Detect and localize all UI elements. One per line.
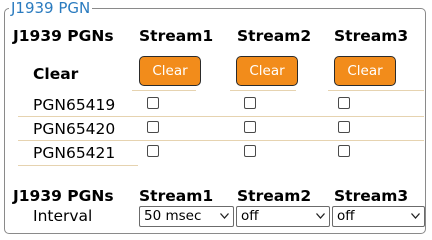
header-stream3: Stream3 [334,187,409,205]
row-divider [18,140,424,141]
pgn-label-65419: PGN65419 [33,96,116,114]
checkbox-65420-stream3[interactable] [338,121,350,133]
clear-stream1-button[interactable]: Clear [139,56,201,86]
header-stream2: Stream2 [237,27,312,45]
header-stream2: Stream2 [237,187,312,205]
checkbox-65419-stream1[interactable] [147,97,159,109]
pgn-label-65420: PGN65420 [33,120,116,138]
header-pgns: J1939 PGNs [13,27,114,45]
fieldset-legend: J1939 PGN [9,0,93,17]
chevron-down-icon [411,213,420,219]
clear-buttons-row: Clear Clear Clear [0,56,432,86]
divider [230,90,296,91]
interval-stream3-select[interactable]: off [332,206,425,227]
checkbox-65421-stream3[interactable] [338,145,350,157]
row-divider [18,165,138,166]
interval-stream2-select[interactable]: off [236,206,330,227]
chevron-down-icon [220,213,229,219]
pgn-label-65421: PGN65421 [33,144,116,162]
interval-stream2-value: off [241,208,259,224]
checkbox-65420-stream2[interactable] [244,121,256,133]
interval-stream1-value: 50 msec [144,208,202,224]
clear-stream3-button[interactable]: Clear [334,56,396,86]
divider [132,90,196,91]
interval-stream3-value: off [337,208,355,224]
header-stream1: Stream1 [139,27,214,45]
checkbox-65421-stream2[interactable] [244,145,256,157]
divider [328,90,424,91]
interval-label: Interval [33,207,93,225]
interval-stream1-select[interactable]: 50 msec [139,206,234,227]
row-divider [18,116,424,117]
header-pgns: J1939 PGNs [13,187,114,205]
chevron-down-icon [316,213,325,219]
header-stream3: Stream3 [334,27,409,45]
checkbox-65419-stream2[interactable] [244,97,256,109]
checkbox-65420-stream1[interactable] [147,121,159,133]
checkbox-65419-stream3[interactable] [338,97,350,109]
header-stream1: Stream1 [139,187,214,205]
checkbox-65421-stream1[interactable] [147,145,159,157]
clear-stream2-button[interactable]: Clear [236,56,298,86]
